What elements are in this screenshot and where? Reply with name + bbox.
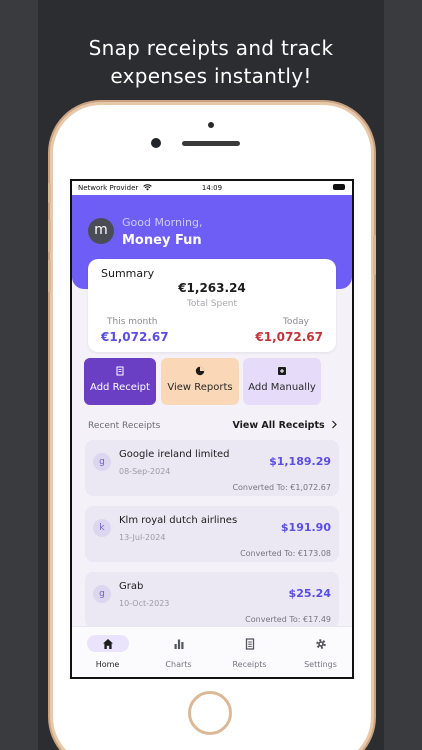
total-spent-value: €1,263.24 xyxy=(178,281,246,295)
headline-line-2: expenses instantly! xyxy=(110,64,312,88)
proximity-sensor xyxy=(208,122,214,128)
phone-home-button xyxy=(188,691,232,735)
receipt-icon xyxy=(245,638,254,650)
background-left-panel xyxy=(0,0,38,750)
app-screen: Network Provider 14:09 m Good Morning, M… xyxy=(70,179,354,679)
chevron-right-icon xyxy=(332,420,337,429)
background-right-panel xyxy=(384,0,422,750)
pie-chart-icon xyxy=(195,366,205,376)
summary-card: Summary €1,263.24 Total Spent This month… xyxy=(88,259,336,352)
user-avatar[interactable]: m xyxy=(88,218,114,244)
converted-amount: Converted To: €1,072.67 xyxy=(232,483,331,492)
battery-icon xyxy=(333,184,345,190)
status-time: 14:09 xyxy=(201,184,223,192)
tab-charts[interactable]: Charts xyxy=(143,627,214,677)
status-bar: Network Provider 14:09 xyxy=(72,181,352,195)
merchant-name: Klm royal dutch airlines xyxy=(119,515,238,526)
view-all-receipts-link[interactable]: View All Receipts xyxy=(232,420,338,431)
recent-receipts-heading: Recent Receipts xyxy=(88,421,161,431)
receipt-amount: $25.24 xyxy=(288,587,331,600)
tab-settings-label: Settings xyxy=(304,660,337,669)
receipt-amount: $1,189.29 xyxy=(269,455,331,468)
merchant-name: Grab xyxy=(119,581,144,592)
receipt-amount: $191.90 xyxy=(280,521,331,534)
receipt-date: 10-Oct-2023 xyxy=(119,599,170,608)
headline-line-1: Snap receipts and track xyxy=(88,36,334,60)
user-name: Money Fun xyxy=(122,233,202,248)
add-manually-label: Add Manually xyxy=(248,382,316,393)
receipt-list-item[interactable]: g Grab 10-Oct-2023 $25.24 Converted To: … xyxy=(85,572,339,628)
receipt-date: 13-Jul-2024 xyxy=(119,533,166,542)
summary-title: Summary xyxy=(101,267,155,280)
tab-home[interactable]: Home xyxy=(72,627,143,677)
view-all-label: View All Receipts xyxy=(232,420,325,431)
tab-receipts[interactable]: Receipts xyxy=(214,627,285,677)
add-receipt-label: Add Receipt xyxy=(90,382,150,393)
add-receipt-button[interactable]: Add Receipt xyxy=(84,358,156,405)
phone-volume-down xyxy=(48,260,51,292)
view-reports-button[interactable]: View Reports xyxy=(161,358,239,405)
today-value: €1,072.67 xyxy=(255,330,323,344)
tab-charts-label: Charts xyxy=(165,660,192,669)
receipt-icon xyxy=(116,366,124,376)
tab-settings[interactable]: Settings xyxy=(285,627,352,677)
phone-frame: Network Provider 14:09 m Good Morning, M… xyxy=(48,105,376,750)
add-manually-button[interactable]: Add Manually xyxy=(243,358,321,405)
greeting-text: Good Morning, xyxy=(122,216,203,229)
receipt-date: 08-Sep-2024 xyxy=(119,467,171,476)
receipt-list-item[interactable]: g Google ireland limited 08-Sep-2024 $1,… xyxy=(85,440,339,496)
total-spent-label: Total Spent xyxy=(186,299,238,309)
earpiece-speaker xyxy=(182,141,240,146)
phone-mute-switch xyxy=(48,183,51,203)
merchant-avatar: k xyxy=(93,519,111,537)
this-month-label: This month xyxy=(107,317,158,327)
converted-amount: Converted To: €173.08 xyxy=(240,549,331,558)
tab-home-label: Home xyxy=(95,660,120,669)
converted-amount: Converted To: €17.49 xyxy=(245,615,331,624)
home-icon xyxy=(102,639,113,649)
marketing-headline: Snap receipts and track expenses instant… xyxy=(0,34,422,90)
plus-square-icon xyxy=(278,367,286,375)
view-reports-label: View Reports xyxy=(167,382,233,393)
gear-icon xyxy=(315,639,326,649)
today-label: Today xyxy=(282,317,309,327)
merchant-name: Google ireland limited xyxy=(119,449,230,460)
receipt-list-item[interactable]: k Klm royal dutch airlines 13-Jul-2024 $… xyxy=(85,506,339,562)
front-camera xyxy=(151,138,161,148)
phone-power-button xyxy=(373,235,376,275)
tab-receipts-label: Receipts xyxy=(232,660,267,669)
merchant-avatar: g xyxy=(93,585,111,603)
this-month-value: €1,072.67 xyxy=(101,330,169,344)
phone-volume-up xyxy=(48,220,51,252)
bar-chart-icon xyxy=(174,639,183,649)
bottom-tab-bar: Home Charts Receipts Settings xyxy=(72,626,352,677)
merchant-avatar: g xyxy=(93,453,111,471)
